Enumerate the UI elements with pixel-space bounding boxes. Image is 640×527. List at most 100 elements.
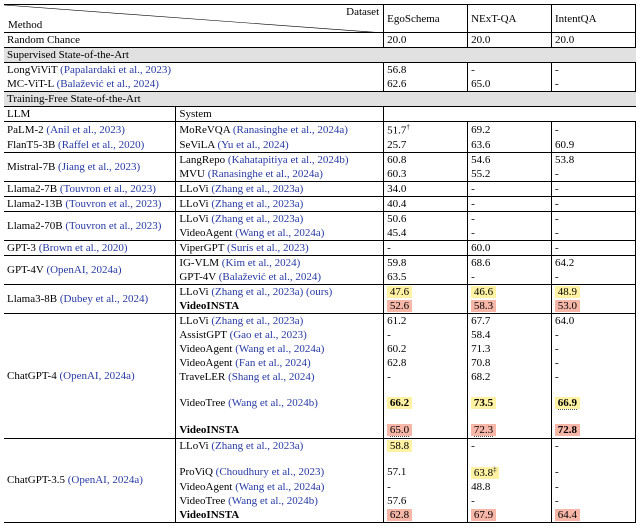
result-val: - bbox=[468, 438, 552, 453]
system-cell: ProViQ (Choudhury et al., 2023) bbox=[176, 465, 384, 481]
result-val: - bbox=[384, 240, 468, 255]
result-val: 34.0 bbox=[384, 181, 468, 196]
system-cell: LLoVi (Zhang et al., 2023a) bbox=[176, 181, 384, 196]
result-val: 64.2 bbox=[552, 255, 636, 270]
result-val: 60.3 bbox=[384, 167, 468, 182]
result-val: - bbox=[552, 226, 636, 241]
result-val: 51.7† bbox=[384, 122, 468, 138]
supervised-val: 65.0 bbox=[468, 77, 552, 92]
result-val: 61.2 bbox=[384, 313, 468, 328]
result-val: - bbox=[468, 494, 552, 508]
system-cell: LangRepo (Kahatapitiya et al., 2024b) bbox=[176, 152, 384, 167]
system-cell: LLoVi (Zhang et al., 2023a) bbox=[176, 438, 384, 453]
result-val: 45.4 bbox=[384, 226, 468, 241]
results-table: DatasetMethodEgoSchemaNExT-QAIntentQARan… bbox=[4, 4, 636, 523]
result-val: - bbox=[468, 211, 552, 226]
result-val: 67.7 bbox=[468, 313, 552, 328]
result-val: 25.7 bbox=[384, 138, 468, 153]
result-val: 54.6 bbox=[468, 152, 552, 167]
llm-cell: Llama2-70B (Touvron et al., 2023) bbox=[4, 211, 176, 240]
result-val: 63.8‡ bbox=[468, 465, 552, 481]
system-cell: ViperGPT (Surís et al., 2023) bbox=[176, 240, 384, 255]
result-val: 53.8 bbox=[552, 152, 636, 167]
result-val: 64.0 bbox=[552, 313, 636, 328]
result-val: 58.8 bbox=[384, 438, 468, 453]
result-val: - bbox=[552, 356, 636, 370]
result-val: - bbox=[552, 240, 636, 255]
llm-cell: Llama2-13B (Touvron et al., 2023) bbox=[4, 196, 176, 211]
llm-cell: ChatGPT-3.5 (OpenAI, 2024a) bbox=[4, 438, 176, 523]
system-cell: MoReVQA (Ranasinghe et al., 2024a) bbox=[176, 122, 384, 138]
result-val: 68.2 bbox=[468, 370, 552, 384]
header-dataset-col: NExT-QA bbox=[468, 5, 552, 33]
result-val: 64.4 bbox=[552, 508, 636, 523]
random-chance-label: Random Chance bbox=[4, 33, 384, 48]
llm-cell: Mistral-7B (Jiang et al., 2023) bbox=[4, 152, 176, 181]
random-chance-val: 20.0 bbox=[552, 33, 636, 48]
random-chance-val: 20.0 bbox=[384, 33, 468, 48]
result-val: - bbox=[384, 328, 468, 342]
system-cell: VideoTree (Wang et al., 2024b) bbox=[176, 396, 384, 411]
result-val: 72.8 bbox=[552, 423, 636, 439]
supervised-val: - bbox=[468, 63, 552, 78]
result-val: 57.6 bbox=[384, 494, 468, 508]
result-val: 70.8 bbox=[468, 356, 552, 370]
result-val: 72.3 bbox=[468, 423, 552, 439]
result-val: - bbox=[468, 270, 552, 285]
llm-cell: GPT-3 (Brown et al., 2020) bbox=[4, 240, 176, 255]
system-cell: VideoINSTA bbox=[176, 423, 384, 439]
header-diagonal: DatasetMethod bbox=[4, 5, 384, 33]
system-cell: VideoAgent (Wang et al., 2024a) bbox=[176, 226, 384, 241]
result-val: 73.5 bbox=[468, 396, 552, 411]
supervised-val: 56.8 bbox=[384, 63, 468, 78]
supervised-method: MC-ViT-L (Balažević et al., 2024) bbox=[4, 77, 384, 92]
header-dataset-col: EgoSchema bbox=[384, 5, 468, 33]
result-val: 63.6 bbox=[468, 138, 552, 153]
result-val: 60.2 bbox=[384, 342, 468, 356]
system-cell: VideoINSTA bbox=[176, 508, 384, 523]
result-val: - bbox=[552, 342, 636, 356]
result-val: 48.8 bbox=[468, 480, 552, 494]
supervised-method: LongViViT (Papalardaki et al., 2023) bbox=[4, 63, 384, 78]
system-cell: MVU (Ranasinghe et al., 2024a) bbox=[176, 167, 384, 182]
system-cell: VideoAgent (Fan et al., 2024) bbox=[176, 356, 384, 370]
result-val: 60.0 bbox=[468, 240, 552, 255]
system-cell: VideoTree (Wang et al., 2024b) bbox=[176, 494, 384, 508]
supervised-val: 62.6 bbox=[384, 77, 468, 92]
llm-cell: Llama3-8B (Dubey et al., 2024) bbox=[4, 284, 176, 313]
result-val: 69.2 bbox=[468, 122, 552, 138]
result-val: 59.8 bbox=[384, 255, 468, 270]
section-supervised: Supervised State-of-the-Art bbox=[4, 48, 636, 63]
llm-cell: Llama2-7B (Touvron et al., 2023) bbox=[4, 181, 176, 196]
system-cell: LLoVi (Zhang et al., 2023a) bbox=[176, 196, 384, 211]
result-val: 58.3 bbox=[468, 299, 552, 314]
col-header-system: System bbox=[176, 107, 384, 122]
result-val: 47.6 bbox=[384, 284, 468, 299]
result-val: - bbox=[552, 122, 636, 138]
section-training-free: Training-Free State-of-the-Art bbox=[4, 92, 636, 107]
result-val: 46.6 bbox=[468, 284, 552, 299]
result-val: - bbox=[552, 167, 636, 182]
system-cell: TraveLER (Shang et al., 2024) bbox=[176, 370, 384, 384]
result-val: 66.9 bbox=[552, 396, 636, 411]
header-method: Method bbox=[8, 19, 42, 31]
supervised-val: - bbox=[552, 77, 636, 92]
result-val: - bbox=[552, 211, 636, 226]
supervised-val: - bbox=[552, 63, 636, 78]
result-val: 58.4 bbox=[468, 328, 552, 342]
llm-cell: GPT-4V (OpenAI, 2024a) bbox=[4, 255, 176, 284]
system-cell: VideoINSTA bbox=[176, 299, 384, 314]
result-val: 65.0 bbox=[384, 423, 468, 439]
result-val: 67.9 bbox=[468, 508, 552, 523]
result-val: - bbox=[552, 465, 636, 481]
result-val: 62.8 bbox=[384, 356, 468, 370]
result-val: 66.2 bbox=[384, 396, 468, 411]
result-val: 50.6 bbox=[384, 211, 468, 226]
system-cell: IG-VLM (Kim et al., 2024) bbox=[176, 255, 384, 270]
system-cell: VideoAgent (Wang et al., 2024a) bbox=[176, 480, 384, 494]
col-header-llm: LLM bbox=[4, 107, 176, 122]
llm-cell: FlanT5-3B (Raffel et al., 2020) bbox=[4, 138, 176, 153]
result-val: 40.4 bbox=[384, 196, 468, 211]
llm-cell: ChatGPT-4 (OpenAI, 2024a) bbox=[4, 313, 176, 438]
result-val: 71.3 bbox=[468, 342, 552, 356]
